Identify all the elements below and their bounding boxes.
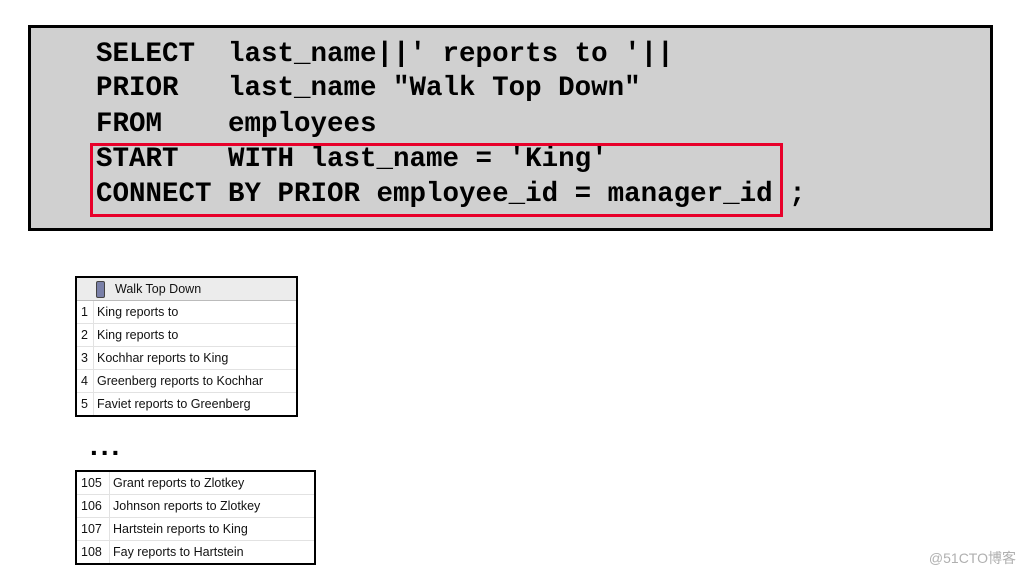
table-row[interactable]: 106 Johnson reports to Zlotkey: [76, 494, 315, 518]
sql-code-box: SELECT last_name||' reports to '|| PRIOR…: [28, 25, 993, 231]
table-row[interactable]: 5 Faviet reports to Greenberg: [76, 392, 297, 417]
row-number: 2: [76, 323, 94, 347]
table-row[interactable]: 105 Grant reports to Zlotkey: [76, 471, 315, 495]
row-value: Hartstein reports to King: [109, 517, 315, 541]
row-value: Greenberg reports to Kochhar: [93, 369, 297, 393]
table-row[interactable]: 107 Hartstein reports to King: [76, 517, 315, 541]
table-row[interactable]: 4 Greenberg reports to Kochhar: [76, 369, 297, 393]
row-value: Faviet reports to Greenberg: [93, 392, 297, 417]
row-number: 108: [76, 540, 110, 565]
row-number: 3: [76, 346, 94, 370]
row-number: 107: [76, 517, 110, 541]
sql-line: PRIOR last_name "Walk Top Down": [96, 73, 641, 104]
table-row[interactable]: 2 King reports to: [76, 323, 297, 347]
row-value: Johnson reports to Zlotkey: [109, 494, 315, 518]
row-value: King reports to: [93, 300, 297, 324]
row-value: Kochhar reports to King: [93, 346, 297, 370]
row-value: King reports to: [93, 323, 297, 347]
sql-line: FROM employees: [96, 109, 377, 140]
row-number: 105: [76, 471, 110, 495]
row-number: 4: [76, 369, 94, 393]
sql-line: SELECT last_name||' reports to '||: [96, 39, 674, 70]
sort-icon[interactable]: [96, 280, 105, 298]
table-row[interactable]: 3 Kochhar reports to King: [76, 346, 297, 370]
result-table-top: Walk Top Down 1 King reports to 2 King repo…: [75, 276, 298, 417]
row-value: Grant reports to Zlotkey: [109, 471, 315, 495]
result-table-bottom: 105 Grant reports to Zlotkey 106 Johnson re…: [75, 470, 316, 565]
row-number: 1: [76, 300, 94, 324]
column-header[interactable]: Walk Top Down: [76, 277, 297, 301]
ellipsis: ...: [90, 430, 123, 461]
table-row[interactable]: 108 Fay reports to Hartstein: [76, 540, 315, 565]
watermark: @51CTO博客: [928, 550, 1016, 566]
table-row[interactable]: 1 King reports to: [76, 300, 297, 324]
highlight-box: [90, 143, 783, 217]
row-number: 106: [76, 494, 110, 518]
row-value: Fay reports to Hartstein: [109, 540, 315, 565]
row-number: 5: [76, 392, 94, 417]
